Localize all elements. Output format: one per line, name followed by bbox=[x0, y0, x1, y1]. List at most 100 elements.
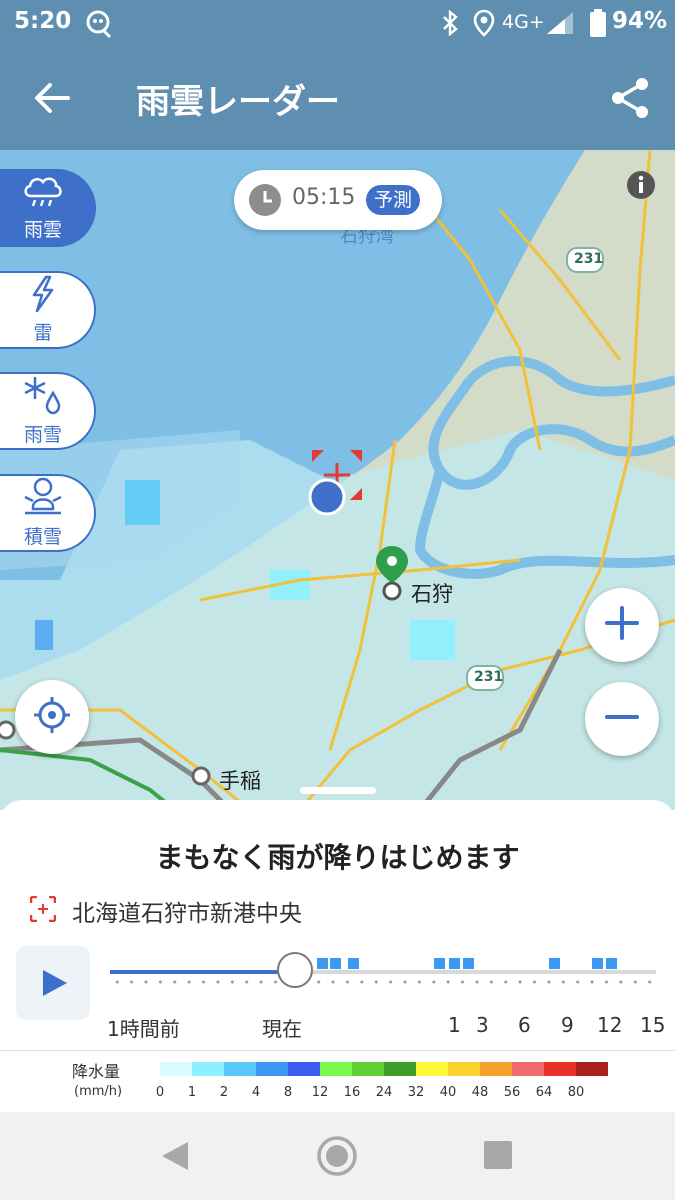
legend-value: 4 bbox=[251, 1085, 261, 1100]
snowman-icon bbox=[21, 477, 65, 522]
place-label-ishikari: 石狩 bbox=[411, 582, 453, 606]
timeline-thumb[interactable] bbox=[277, 952, 313, 988]
legend-value: 40 bbox=[439, 1085, 457, 1100]
info-icon[interactable] bbox=[626, 170, 656, 204]
timeline-tick-label: 1 bbox=[448, 1013, 461, 1037]
location-marker-icon bbox=[29, 895, 57, 926]
zoom-in-button[interactable] bbox=[585, 588, 659, 662]
signal-icon bbox=[545, 10, 575, 40]
clock-icon bbox=[248, 183, 282, 221]
route-shield-bottom: 231 bbox=[474, 669, 504, 685]
time-chip[interactable]: 05:15 予測 bbox=[234, 170, 442, 230]
forecast-sheet: まもなく雨が降りはじめます 北海道石狩市新港中央 bbox=[0, 787, 675, 1050]
page-title: 雨雲レーダー bbox=[136, 82, 340, 122]
timeline-tick-label: 12 bbox=[597, 1013, 623, 1037]
layer-label-rain: 雨雲 bbox=[23, 219, 62, 241]
timeline-progress bbox=[110, 970, 296, 974]
legend-swatch bbox=[416, 1062, 448, 1076]
bluetooth-icon bbox=[440, 9, 460, 40]
legend-value: 16 bbox=[343, 1085, 361, 1100]
rain-marker bbox=[549, 958, 560, 969]
rain-marker bbox=[449, 958, 460, 969]
legend-swatch bbox=[544, 1062, 576, 1076]
rain-marker bbox=[348, 958, 359, 969]
crosshair-icon bbox=[33, 696, 71, 738]
legend-value: 48 bbox=[471, 1085, 489, 1100]
legend-swatch bbox=[256, 1062, 288, 1076]
forecast-headline: まもなく雨が降りはじめます bbox=[155, 841, 520, 874]
legend-swatch bbox=[320, 1062, 352, 1076]
layer-button-rain[interactable]: 雨雲 bbox=[0, 169, 96, 247]
status-bar: 5:20 4G+ 94% bbox=[0, 0, 675, 46]
nav-back-icon[interactable] bbox=[160, 1140, 190, 1176]
current-location-button[interactable] bbox=[15, 680, 89, 754]
share-icon[interactable] bbox=[608, 76, 652, 124]
forecast-time: 05:15 bbox=[292, 185, 356, 210]
legend-swatch bbox=[480, 1062, 512, 1076]
network-type: 4G+ bbox=[502, 11, 545, 33]
legend-swatch bbox=[352, 1062, 384, 1076]
forecast-badge: 予測 bbox=[366, 185, 421, 215]
location-icon bbox=[473, 9, 495, 41]
place-label-teine: 手稲 bbox=[219, 769, 261, 793]
map-canvas bbox=[0, 150, 675, 810]
play-button[interactable] bbox=[16, 946, 90, 1020]
legend-unit: (mm/h) bbox=[74, 1084, 123, 1099]
legend-title: 降水量 bbox=[72, 1062, 121, 1081]
play-icon bbox=[41, 968, 69, 1002]
legend-value: 64 bbox=[535, 1085, 553, 1100]
legend-value: 56 bbox=[503, 1085, 521, 1100]
legend-swatch bbox=[576, 1062, 608, 1076]
sheet-drag-handle[interactable] bbox=[300, 787, 376, 794]
timeline-tick-label: 9 bbox=[561, 1013, 574, 1037]
legend-swatch bbox=[192, 1062, 224, 1076]
back-arrow-icon[interactable] bbox=[32, 78, 72, 122]
legend-swatch bbox=[448, 1062, 480, 1076]
layer-button-thunder[interactable]: 雷 bbox=[0, 271, 96, 349]
battery-icon bbox=[590, 9, 606, 41]
nav-recents-icon[interactable] bbox=[483, 1140, 513, 1174]
legend-value: 0 bbox=[155, 1085, 165, 1100]
legend-swatch bbox=[512, 1062, 544, 1076]
layer-label-thunder: 雷 bbox=[33, 322, 53, 344]
layer-button-sleet[interactable]: 雨雪 bbox=[0, 372, 96, 450]
radar-map[interactable]: 石狩湾 231 231 石狩 手稲 05:15 予測 雨雲 雷 雨雪 積雪 bbox=[0, 150, 675, 810]
navigation-bar bbox=[0, 1112, 675, 1200]
layer-button-snow-depth[interactable]: 積雪 bbox=[0, 474, 96, 552]
timeline-tick-label: 1時間前 bbox=[107, 1017, 180, 1041]
legend-swatch bbox=[384, 1062, 416, 1076]
snow-rain-icon bbox=[21, 375, 65, 420]
rain-marker bbox=[317, 958, 328, 969]
lightning-icon bbox=[28, 275, 58, 318]
layer-label-snow-depth: 積雪 bbox=[23, 526, 62, 548]
legend-swatch bbox=[224, 1062, 256, 1076]
rain-marker bbox=[463, 958, 474, 969]
rain-marker bbox=[592, 958, 603, 969]
timeline-tick-label: 6 bbox=[518, 1013, 531, 1037]
app-bar: 雨雲レーダー bbox=[0, 46, 675, 150]
location-name: 北海道石狩市新港中央 bbox=[72, 901, 302, 927]
timeline-tick-label: 現在 bbox=[262, 1017, 302, 1041]
zoom-out-button[interactable] bbox=[585, 682, 659, 756]
legend-value: 24 bbox=[375, 1085, 393, 1100]
legend-value: 1 bbox=[187, 1085, 197, 1100]
legend-value: 32 bbox=[407, 1085, 425, 1100]
rain-marker bbox=[606, 958, 617, 969]
nav-home-icon[interactable] bbox=[316, 1135, 358, 1181]
assistant-icon bbox=[84, 9, 114, 43]
legend-swatch bbox=[160, 1062, 192, 1076]
timeline-ticks bbox=[110, 980, 656, 984]
timeline-tick-label: 15 bbox=[640, 1013, 666, 1037]
legend-value: 2 bbox=[219, 1085, 229, 1100]
timeline-slider[interactable] bbox=[110, 950, 656, 1000]
minus-icon bbox=[604, 699, 640, 739]
route-shield-top: 231 bbox=[574, 251, 604, 267]
legend-swatch bbox=[288, 1062, 320, 1076]
layer-label-sleet: 雨雪 bbox=[23, 424, 62, 446]
legend-value: 12 bbox=[311, 1085, 329, 1100]
timeline-tick-label: 3 bbox=[476, 1013, 489, 1037]
status-time: 5:20 bbox=[14, 8, 72, 34]
cloud-rain-icon bbox=[21, 174, 65, 215]
plus-icon bbox=[604, 605, 640, 645]
battery-percent: 94% bbox=[612, 8, 668, 34]
